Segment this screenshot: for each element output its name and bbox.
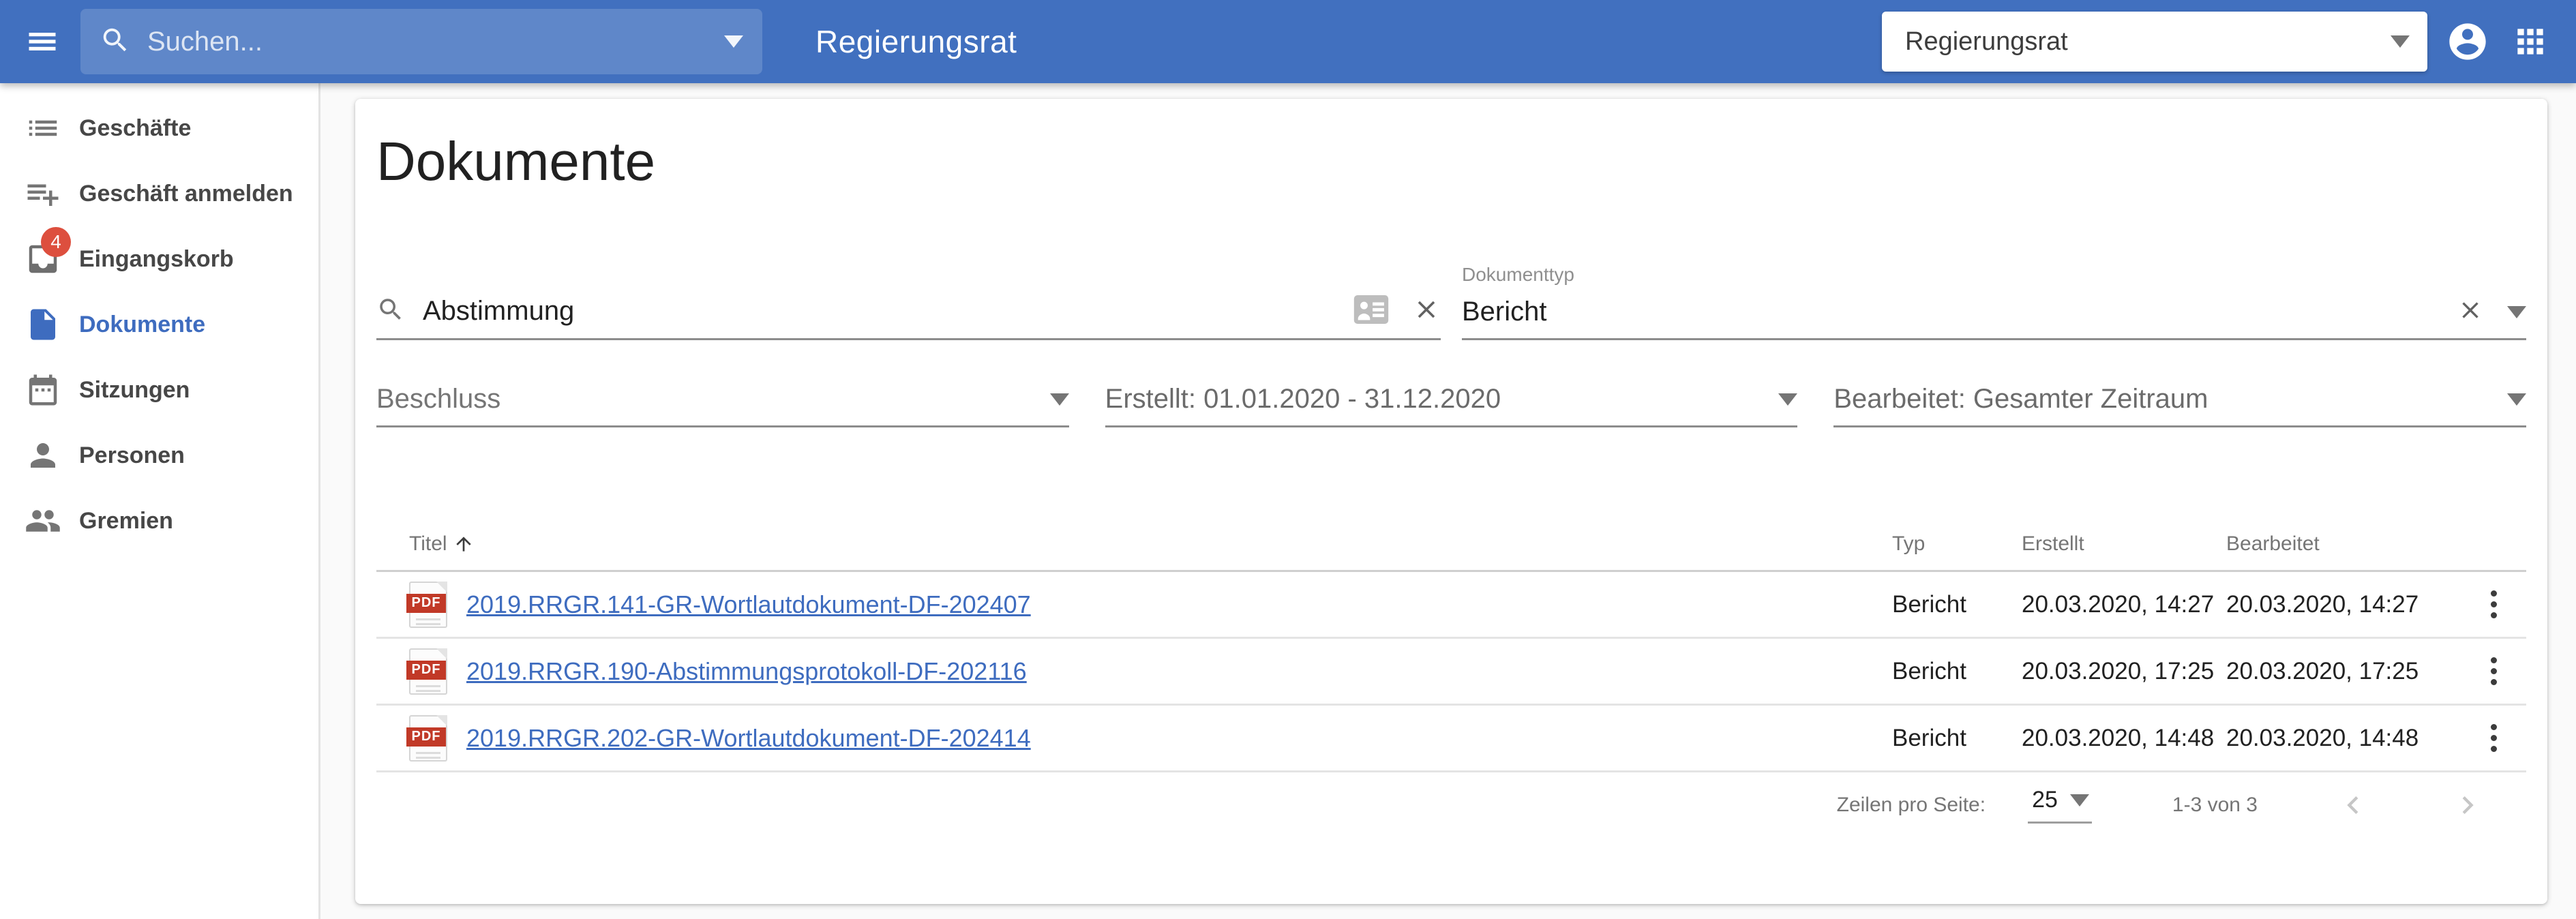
- sidebar-item-dokumente[interactable]: Dokumente: [0, 292, 318, 357]
- inbox-count-badge: 4: [41, 227, 71, 257]
- bearbeitet-dropdown-icon: [2507, 393, 2527, 406]
- bearbeitet-cell: 20.03.2020, 17:25: [2226, 657, 2419, 684]
- sidebar-item-gremien[interactable]: Gremien: [0, 488, 318, 554]
- table-pagination: Zeilen pro Seite: 25 1-3 von 3: [376, 772, 2526, 838]
- appbar: Suchen... Regierungsrat Regierungsrat: [0, 0, 2576, 83]
- document-link[interactable]: 2019.RRGR.190-Abstimmungsprotokoll-DF-20…: [466, 657, 1027, 686]
- sidebar-item-sitzungen[interactable]: Sitzungen: [0, 357, 318, 423]
- sidebar-item-label: Dokumente: [79, 311, 206, 337]
- erstellt-filter[interactable]: Erstellt: 01.01.2020 - 31.12.2020: [1105, 359, 1798, 427]
- erstellt-filter-value: Erstellt: 01.01.2020 - 31.12.2020: [1105, 384, 1501, 414]
- column-header-bearbeitet[interactable]: Bearbeitet: [2226, 532, 2320, 555]
- rows-per-page-value: 25: [2032, 787, 2058, 813]
- pagination-range: 1-3 von 3: [2172, 794, 2258, 816]
- dokumenttyp-value: Bericht: [1462, 297, 1547, 327]
- column-header-titel[interactable]: Titel: [409, 532, 447, 556]
- contact-card-icon[interactable]: [1353, 295, 1389, 327]
- tenant-select-value: Regierungsrat: [1905, 27, 2068, 56]
- apps-grid-icon[interactable]: [2511, 22, 2550, 61]
- dokumenttyp-dropdown-icon: [2507, 305, 2526, 318]
- people-icon: [23, 501, 63, 541]
- sidebar-item-label: Geschäfte: [79, 115, 192, 141]
- beschluss-placeholder: Beschluss: [376, 384, 501, 414]
- pdf-file-icon: PDF: [406, 581, 447, 628]
- search-icon: [100, 25, 131, 59]
- pdf-file-icon: PDF: [406, 648, 447, 695]
- sort-ascending-icon[interactable]: [453, 533, 475, 555]
- global-search-placeholder: Suchen...: [147, 26, 263, 57]
- main-content: Dokumente Abstimmung Dokumenttyp Bericht…: [320, 83, 2576, 919]
- search-scope-dropdown-icon[interactable]: [724, 35, 743, 48]
- page-title: Dokumente: [376, 131, 656, 192]
- row-actions-kebab-icon[interactable]: [2485, 585, 2502, 624]
- bearbeitet-filter[interactable]: Bearbeitet: Gesamter Zeitraum: [1833, 359, 2527, 427]
- typ-cell: Bericht: [1892, 590, 1966, 618]
- account-button[interactable]: [2445, 19, 2490, 64]
- list-icon: [23, 108, 63, 148]
- dokumenttyp-label: Dokumenttyp: [1462, 264, 1574, 285]
- sidebar-item-label: Geschäft anmelden: [79, 180, 293, 207]
- app-title: Regierungsrat: [815, 24, 1017, 59]
- erstellt-cell: 20.03.2020, 17:25: [2022, 657, 2215, 684]
- document-search-value: Abstimmung: [423, 296, 575, 326]
- documents-table: Titel Typ Erstellt Bearbeitet PDF 2019.R…: [376, 517, 2526, 772]
- search-icon: [376, 295, 405, 327]
- erstellt-cell: 20.03.2020, 14:48: [2022, 724, 2215, 751]
- inbox-icon: 4: [23, 227, 71, 279]
- column-header-erstellt[interactable]: Erstellt: [2022, 532, 2084, 555]
- person-icon: [23, 436, 63, 475]
- global-search-input[interactable]: Suchen...: [80, 9, 762, 74]
- tenant-dropdown-icon: [2391, 35, 2410, 48]
- row-actions-kebab-icon[interactable]: [2485, 719, 2502, 757]
- table-row: PDF 2019.RRGR.202-GR-Wortlautdokument-DF…: [376, 706, 2526, 772]
- rows-per-page-dropdown-icon: [2069, 794, 2089, 807]
- calendar-icon: [23, 370, 63, 410]
- clear-search-icon[interactable]: [1412, 295, 1441, 327]
- sidebar: Geschäfte Geschäft anmelden 4 Eingangsko…: [0, 83, 320, 919]
- sidebar-item-label: Gremien: [79, 507, 173, 534]
- previous-page-icon[interactable]: [2334, 786, 2372, 824]
- pdf-file-icon: PDF: [406, 714, 447, 762]
- sidebar-item-personen[interactable]: Personen: [0, 423, 318, 488]
- typ-cell: Bericht: [1892, 657, 1966, 684]
- sidebar-item-label: Eingangskorb: [79, 245, 234, 272]
- next-page-icon[interactable]: [2448, 786, 2487, 824]
- tenant-select[interactable]: Regierungsrat: [1882, 12, 2427, 72]
- menu-icon[interactable]: [23, 22, 61, 61]
- rows-per-page-select[interactable]: 25: [2028, 787, 2092, 824]
- column-header-typ[interactable]: Typ: [1892, 532, 1925, 555]
- table-row: PDF 2019.RRGR.190-Abstimmungsprotokoll-D…: [376, 639, 2526, 706]
- typ-cell: Bericht: [1892, 724, 1966, 751]
- dokumente-card: Dokumente Abstimmung Dokumenttyp Bericht…: [355, 99, 2547, 904]
- row-actions-kebab-icon[interactable]: [2485, 652, 2502, 691]
- document-link[interactable]: 2019.RRGR.141-GR-Wortlautdokument-DF-202…: [466, 590, 1031, 619]
- table-header-row: Titel Typ Erstellt Bearbeitet: [376, 517, 2526, 572]
- sidebar-item-eingangskorb[interactable]: 4 Eingangskorb: [0, 226, 318, 292]
- playlist-add-icon: [23, 174, 63, 213]
- sidebar-item-geschaefte[interactable]: Geschäfte: [0, 95, 318, 161]
- erstellt-dropdown-icon: [1778, 393, 1798, 406]
- table-row: PDF 2019.RRGR.141-GR-Wortlautdokument-DF…: [376, 572, 2526, 639]
- rows-per-page-label: Zeilen pro Seite:: [1836, 794, 1986, 816]
- bearbeitet-cell: 20.03.2020, 14:48: [2226, 724, 2419, 751]
- sidebar-item-label: Personen: [79, 442, 185, 468]
- dokumenttyp-select[interactable]: Dokumenttyp Bericht: [1462, 264, 2526, 340]
- clear-dokumenttyp-icon[interactable]: [2457, 297, 2484, 327]
- bearbeitet-filter-value: Bearbeitet: Gesamter Zeitraum: [1833, 384, 2208, 414]
- document-link[interactable]: 2019.RRGR.202-GR-Wortlautdokument-DF-202…: [466, 724, 1031, 753]
- document-search-field[interactable]: Abstimmung: [376, 264, 1441, 340]
- beschluss-dropdown-icon: [1049, 393, 1069, 406]
- beschluss-select[interactable]: Beschluss: [376, 359, 1069, 427]
- sidebar-item-label: Sitzungen: [79, 376, 190, 403]
- erstellt-cell: 20.03.2020, 14:27: [2022, 590, 2215, 618]
- sidebar-item-geschaeft-anmelden[interactable]: Geschäft anmelden: [0, 161, 318, 226]
- bearbeitet-cell: 20.03.2020, 14:27: [2226, 590, 2419, 618]
- document-icon: [23, 305, 63, 344]
